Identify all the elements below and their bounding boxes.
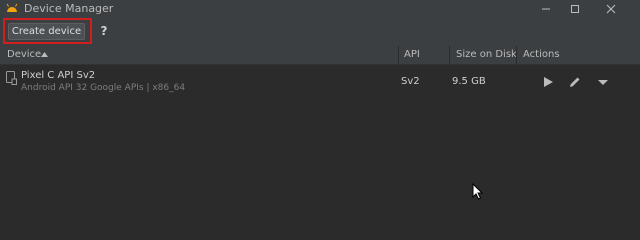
device-name: Pixel C API Sv2	[21, 70, 96, 81]
column-divider	[516, 46, 517, 64]
column-header-size-on-disk[interactable]: Size on Disk	[456, 46, 517, 64]
title-bar: Device Manager	[0, 0, 640, 18]
dropdown-arrow-icon[interactable]	[596, 75, 610, 89]
edit-pencil-icon[interactable]	[568, 75, 582, 89]
minimize-button[interactable]	[533, 0, 559, 18]
create-device-button[interactable]: Create device	[8, 23, 85, 40]
device-details: Android API 32 Google APIs | x86_64	[21, 83, 186, 93]
maximize-icon	[571, 5, 579, 13]
close-icon	[606, 4, 616, 14]
table-header: Device API Size on Disk Actions	[0, 46, 640, 65]
column-divider	[449, 46, 450, 64]
sort-ascending-icon[interactable]	[41, 52, 48, 57]
column-divider	[398, 46, 399, 64]
column-header-actions: Actions	[523, 49, 560, 60]
column-header-api[interactable]: API	[404, 46, 420, 64]
minimize-icon	[542, 8, 550, 10]
close-button[interactable]	[598, 0, 624, 18]
device-api: Sv2	[401, 76, 420, 87]
toolbar: Create device ?	[0, 18, 640, 46]
maximize-button[interactable]	[562, 0, 588, 18]
column-header-device[interactable]: Device	[7, 46, 41, 64]
device-size: 9.5 GB	[452, 76, 486, 87]
table-row[interactable]: Pixel C API Sv2 Android API 32 Google AP…	[0, 66, 640, 98]
android-icon	[6, 3, 18, 12]
mouse-cursor-icon	[472, 183, 484, 200]
help-button[interactable]: ?	[98, 23, 110, 40]
tablet-device-icon	[6, 71, 17, 85]
window-title: Device Manager	[24, 2, 114, 15]
play-icon[interactable]	[541, 75, 555, 89]
